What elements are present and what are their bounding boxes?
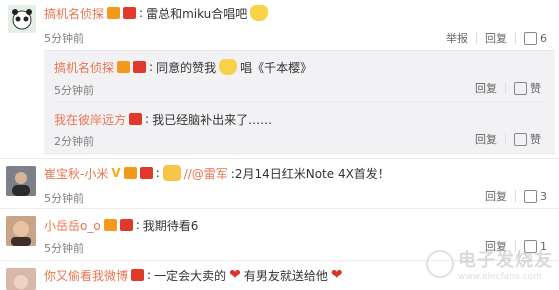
avatar[interactable] <box>8 5 36 33</box>
thumbs-up-icon <box>514 81 527 95</box>
comment-line: 崔宝秋-小米 V : //@雷军 :2月14日红米Note 4X首发！ <box>44 165 390 182</box>
reply-button[interactable]: 回复 <box>485 188 507 204</box>
username-link[interactable]: 我在彼岸远方 <box>54 111 126 128</box>
red-packet-badge-icon <box>123 7 137 19</box>
comment-actions: 回复 3 <box>485 188 547 204</box>
reply-button[interactable]: 回复 <box>475 80 497 96</box>
reply-actions: 回复 赞 <box>475 131 541 147</box>
divider <box>505 133 506 145</box>
like-count: 3 <box>540 189 547 203</box>
cat-emoji-icon <box>250 5 269 21</box>
reply-button[interactable]: 回复 <box>475 131 497 147</box>
divider <box>515 32 516 44</box>
divider <box>0 208 559 209</box>
comment-actions: 举报 回复 6 <box>446 30 547 46</box>
like-button[interactable]: 赞 <box>514 131 541 147</box>
like-button[interactable]: 3 <box>524 189 547 203</box>
thumbs-up-icon <box>514 132 527 146</box>
username-link[interactable]: 搞机名侦探 <box>54 59 114 76</box>
watermark: 电子发烧友 www.elecfans.com <box>426 246 553 282</box>
reply-line: 搞机名侦探 : 同意的赞我 唱《千本樱》 <box>54 59 313 76</box>
username-link[interactable]: 搞机名侦探 <box>44 5 104 22</box>
thumbs-up-icon <box>524 189 537 203</box>
comment-line: 你又偷看我微博 : 一定会大卖的 ❤ 有男友就送给他 ❤ <box>44 267 343 284</box>
comment-time: 5分钟前 <box>44 32 84 45</box>
like-label: 赞 <box>530 82 541 95</box>
reply-button[interactable]: 回复 <box>485 30 507 46</box>
user-photo-icon <box>6 216 36 246</box>
reply-text: 我已经脑补出来了…… <box>152 112 273 127</box>
watermark-url: www.elecfans.com <box>458 272 542 282</box>
avatar[interactable] <box>6 216 36 246</box>
user-photo-icon <box>6 166 36 196</box>
divider <box>476 32 477 44</box>
panda-avatar-icon <box>12 9 32 30</box>
reply-text: 唱《千本樱》 <box>240 60 313 75</box>
reply-actions: 回复 赞 <box>475 80 541 96</box>
comment-text: 雷总和miku合唱吧 <box>146 6 248 21</box>
avatar[interactable] <box>6 166 36 196</box>
vip-badge-icon <box>117 61 131 73</box>
like-button[interactable]: 6 <box>524 31 547 45</box>
user-photo-icon <box>6 268 36 290</box>
reply-time: 2分钟前 <box>54 135 94 148</box>
username-link[interactable]: 你又偷看我微博 <box>44 267 128 284</box>
like-label: 赞 <box>530 133 541 146</box>
avatar[interactable] <box>6 268 36 290</box>
vip-badge-icon <box>107 7 121 19</box>
vip-badge-icon <box>123 167 137 179</box>
red-packet-badge-icon <box>139 167 153 179</box>
like-button[interactable]: 赞 <box>514 80 541 96</box>
like-count: 6 <box>540 31 547 45</box>
thumbs-up-icon <box>524 31 537 45</box>
comment-line: 搞机名侦探 : 雷总和miku合唱吧 <box>44 4 269 22</box>
red-packet-badge-icon <box>119 219 133 231</box>
cat-emoji-icon <box>219 59 238 75</box>
watermark-text: 电子发烧友 <box>458 250 553 271</box>
comment-time: 5分钟前 <box>44 242 84 255</box>
username-link[interactable]: 小岳岳o_o <box>44 217 101 234</box>
comment-thread: 搞机名侦探 : 雷总和miku合唱吧 5分钟前 举报 回复 6 搞机名侦探 : … <box>0 0 559 290</box>
comment-text: 一定会大卖的 <box>154 268 227 283</box>
watermark-logo-icon <box>426 250 454 278</box>
report-button[interactable]: 举报 <box>446 30 468 46</box>
username-link[interactable]: 崔宝秋-小米 <box>44 165 108 182</box>
comment-time: 5分钟前 <box>44 192 84 205</box>
comment-text: 我期待看6 <box>142 218 199 233</box>
divider <box>0 158 559 159</box>
divider <box>54 101 546 102</box>
divider <box>505 82 506 94</box>
comment-text: :2月14日红米Note 4X首发！ <box>230 166 390 181</box>
mention-link[interactable]: //@雷军 <box>184 165 228 182</box>
divider <box>515 190 516 202</box>
verified-v-icon: V <box>111 166 121 180</box>
comment-text: 有男友就送给他 <box>243 268 328 283</box>
broken-heart-emoji-icon: ❤ <box>330 267 343 283</box>
heart-emoji-icon: ❤ <box>229 267 241 283</box>
red-packet-badge-icon <box>129 113 143 125</box>
reply-time: 5分钟前 <box>54 84 94 97</box>
vip-badge-icon <box>103 219 117 231</box>
red-packet-badge-icon <box>131 269 145 281</box>
red-packet-badge-icon <box>133 61 147 73</box>
comment-line: 小岳岳o_o : 我期待看6 <box>44 217 199 234</box>
reply-line: 我在彼岸远方 : 我已经脑补出来了…… <box>54 111 273 128</box>
reply-text: 同意的赞我 <box>156 60 217 75</box>
thumbs-up-emoji-icon <box>162 165 181 181</box>
